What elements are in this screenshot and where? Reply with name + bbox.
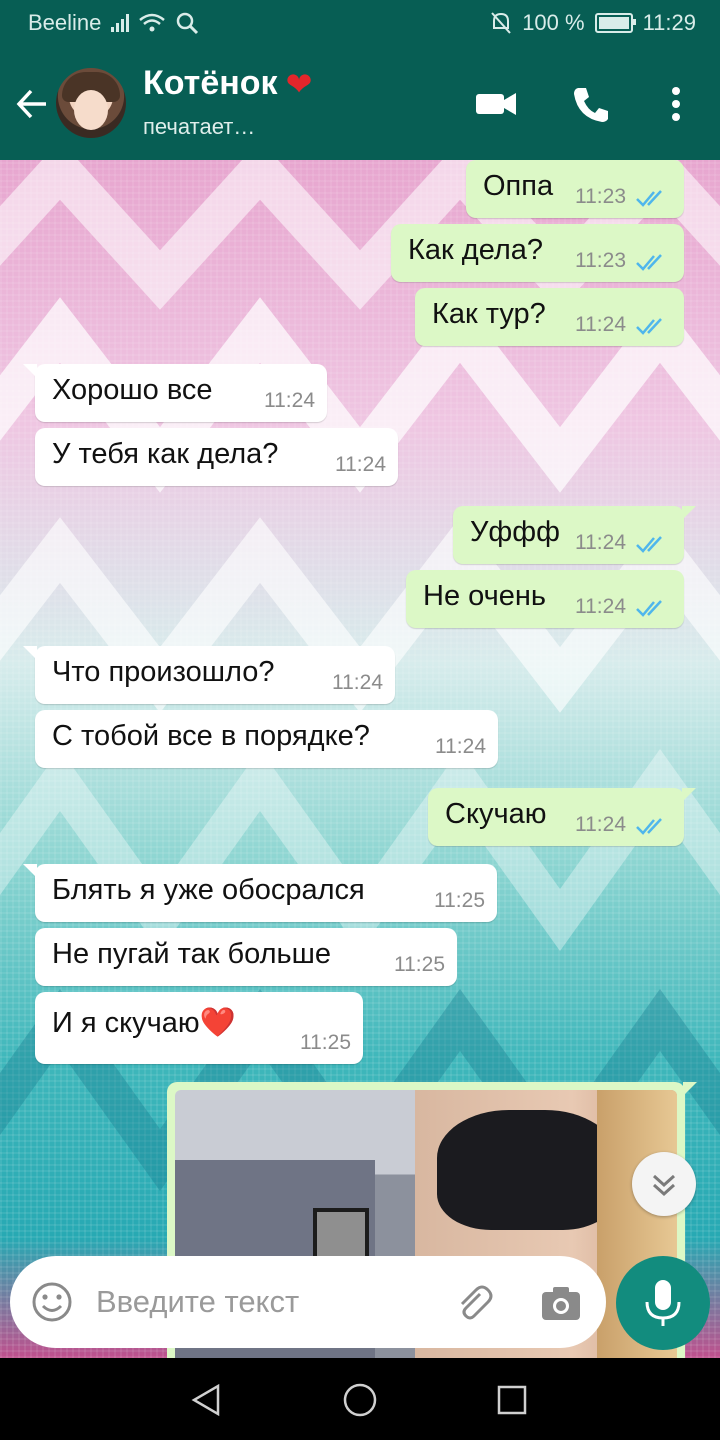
nav-home-icon[interactable] bbox=[340, 1380, 380, 1420]
message-text: Не очень bbox=[423, 580, 546, 612]
message-bubble[interactable]: У тебя как дела? 11:24 bbox=[35, 428, 398, 486]
signal-icon bbox=[111, 14, 130, 32]
double-chevron-down-icon bbox=[652, 1174, 676, 1197]
message-bubble[interactable]: Как дела? 11:23 bbox=[391, 224, 684, 282]
message-time: 11:24 bbox=[335, 453, 386, 476]
more-vert-icon[interactable] bbox=[652, 80, 700, 128]
message-bubble[interactable]: Не очень 11:24 bbox=[406, 570, 684, 628]
message-time: 11:24 bbox=[332, 671, 383, 694]
message-text: И я скучаю❤️ bbox=[52, 1007, 236, 1039]
message-bubble[interactable]: И я скучаю❤️ 11:25 bbox=[35, 992, 363, 1064]
message-time: 11:23 bbox=[575, 249, 626, 272]
typing-status: печатает… bbox=[143, 114, 256, 139]
heart-icon: ❤ bbox=[285, 65, 313, 102]
avatar[interactable] bbox=[56, 68, 126, 138]
system-nav-bar bbox=[0, 1358, 720, 1440]
message-bubble[interactable]: Как тур? 11:24 bbox=[415, 288, 684, 346]
message-text: Блять я уже обосрался bbox=[52, 874, 365, 906]
contact-name: Котёнок bbox=[143, 64, 278, 102]
carrier-label: Beeline bbox=[28, 10, 102, 35]
message-bubble[interactable]: Хорошо все 11:24 bbox=[23, 364, 327, 422]
chat-area[interactable]: Оппа 11:23 Как дела? 11:23 Как тур? 11:2… bbox=[0, 160, 720, 1358]
message-time: 11:23 bbox=[575, 185, 626, 208]
message-time: 11:25 bbox=[394, 953, 445, 976]
read-ticks-icon bbox=[636, 190, 662, 207]
nav-back-icon[interactable] bbox=[186, 1380, 226, 1420]
search-icon bbox=[177, 12, 199, 35]
read-ticks-icon bbox=[636, 818, 662, 835]
back-arrow-icon[interactable] bbox=[14, 86, 50, 122]
camera-icon[interactable] bbox=[538, 1280, 584, 1326]
contact-name-row[interactable]: Котёнок ❤ bbox=[143, 64, 312, 103]
message-text: Не пугай так больше bbox=[52, 938, 332, 970]
mute-bell-icon bbox=[491, 12, 511, 34]
emoji-icon[interactable] bbox=[30, 1280, 74, 1324]
nav-recents-icon[interactable] bbox=[492, 1380, 532, 1420]
message-text: Оппа bbox=[483, 170, 554, 202]
message-time: 11:24 bbox=[575, 813, 626, 836]
mic-icon bbox=[645, 1280, 681, 1326]
message-time: 11:24 bbox=[575, 531, 626, 554]
message-text: Что произошло? bbox=[52, 656, 275, 688]
message-text: У тебя как дела? bbox=[52, 438, 279, 470]
message-time: 11:24 bbox=[435, 735, 486, 758]
message-text: Скучаю bbox=[445, 798, 547, 830]
message-bubble[interactable]: Блять я уже обосрался 11:25 bbox=[23, 864, 497, 922]
video-call-icon[interactable] bbox=[472, 80, 520, 128]
message-text: Уффф bbox=[470, 516, 561, 548]
voice-record-button[interactable] bbox=[616, 1256, 710, 1350]
message-time: 11:24 bbox=[264, 389, 315, 412]
message-composer[interactable]: Введите текст bbox=[10, 1256, 606, 1348]
battery-icon bbox=[594, 13, 636, 33]
message-time: 11:25 bbox=[300, 1031, 351, 1054]
message-text: Хорошо все bbox=[52, 374, 213, 406]
clock: 11:29 bbox=[642, 10, 696, 35]
read-ticks-icon bbox=[636, 318, 662, 335]
read-ticks-icon bbox=[636, 600, 662, 617]
read-ticks-icon bbox=[636, 254, 662, 271]
message-input[interactable]: Введите текст bbox=[96, 1284, 299, 1320]
message-bubble[interactable]: Что произошло? 11:24 bbox=[23, 646, 395, 704]
message-text: Как дела? bbox=[408, 234, 544, 266]
message-bubble[interactable]: Оппа 11:23 bbox=[466, 160, 684, 218]
read-ticks-icon bbox=[636, 536, 662, 553]
message-text: Как тур? bbox=[432, 298, 546, 330]
attach-icon[interactable] bbox=[450, 1280, 496, 1326]
battery-percent: 100 % bbox=[522, 10, 585, 35]
message-bubble[interactable]: С тобой все в порядке? 11:24 bbox=[35, 710, 498, 768]
message-time: 11:25 bbox=[434, 889, 485, 912]
message-time: 11:24 bbox=[575, 595, 626, 618]
message-bubble[interactable]: Скучаю 11:24 bbox=[428, 788, 696, 846]
message-bubble[interactable]: Уффф 11:24 bbox=[453, 506, 696, 564]
message-bubble[interactable]: Не пугай так больше 11:25 bbox=[35, 928, 457, 986]
message-time: 11:24 bbox=[575, 313, 626, 336]
phone-icon[interactable] bbox=[568, 80, 616, 128]
status-bar: Beeline 100 % 11:29 bbox=[0, 0, 720, 48]
message-text: С тобой все в порядке? bbox=[52, 720, 370, 752]
scroll-to-bottom-button[interactable] bbox=[632, 1152, 696, 1216]
wifi-icon bbox=[139, 13, 166, 32]
chat-header: Котёнок ❤ печатает… bbox=[0, 48, 720, 160]
